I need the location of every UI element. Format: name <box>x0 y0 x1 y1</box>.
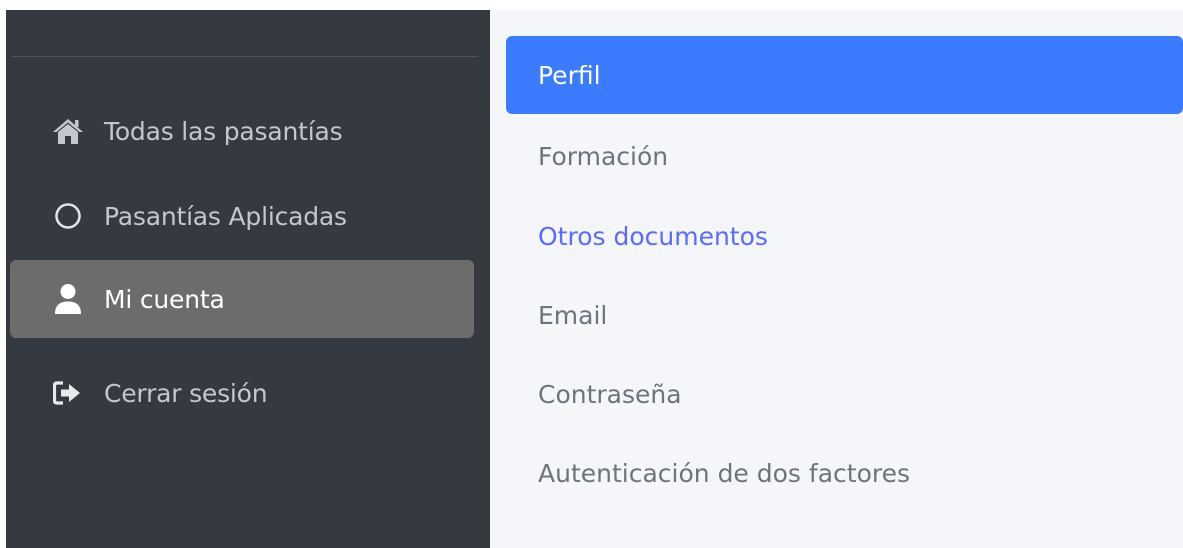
tab-label: Otros documentos <box>538 221 768 251</box>
sign-out-icon <box>52 377 84 409</box>
sidebar-item-label: Todas las pasantías <box>104 116 343 146</box>
tab-label: Autenticación de dos factores <box>538 458 910 488</box>
tab-perfil[interactable]: Perfil <box>506 36 1183 114</box>
sidebar-divider <box>12 56 478 57</box>
home-icon <box>52 115 84 147</box>
sidebar-item-mi-cuenta[interactable]: Mi cuenta <box>10 260 474 338</box>
tab-formacion[interactable]: Formación <box>506 117 1183 195</box>
sidebar-item-label: Cerrar sesión <box>104 378 268 408</box>
sidebar-item-pasantias-aplicadas[interactable]: Pasantías Aplicadas <box>10 177 474 255</box>
tab-label: Email <box>538 300 608 330</box>
account-panel: Perfil Formación Otros documentos Email … <box>490 10 1183 548</box>
user-icon <box>52 283 84 315</box>
sidebar-item-label: Pasantías Aplicadas <box>104 201 347 231</box>
tab-label: Perfil <box>538 60 601 90</box>
app-frame: Todas las pasantías Pasantías Aplicadas … <box>0 0 1183 548</box>
sidebar-item-label: Mi cuenta <box>104 284 225 314</box>
sidebar: Todas las pasantías Pasantías Aplicadas … <box>6 10 490 548</box>
tab-email[interactable]: Email <box>506 276 1183 354</box>
circle-icon <box>52 200 84 232</box>
sidebar-item-todas-las-pasantias[interactable]: Todas las pasantías <box>10 92 474 170</box>
tab-label: Contraseña <box>538 379 682 409</box>
tab-label: Formación <box>538 141 669 171</box>
tab-otros-documentos[interactable]: Otros documentos <box>506 197 1183 275</box>
tab-autenticacion-dos-factores[interactable]: Autenticación de dos factores <box>506 434 1183 512</box>
tab-contrasena[interactable]: Contraseña <box>506 355 1183 433</box>
sidebar-item-cerrar-sesion[interactable]: Cerrar sesión <box>10 354 474 432</box>
